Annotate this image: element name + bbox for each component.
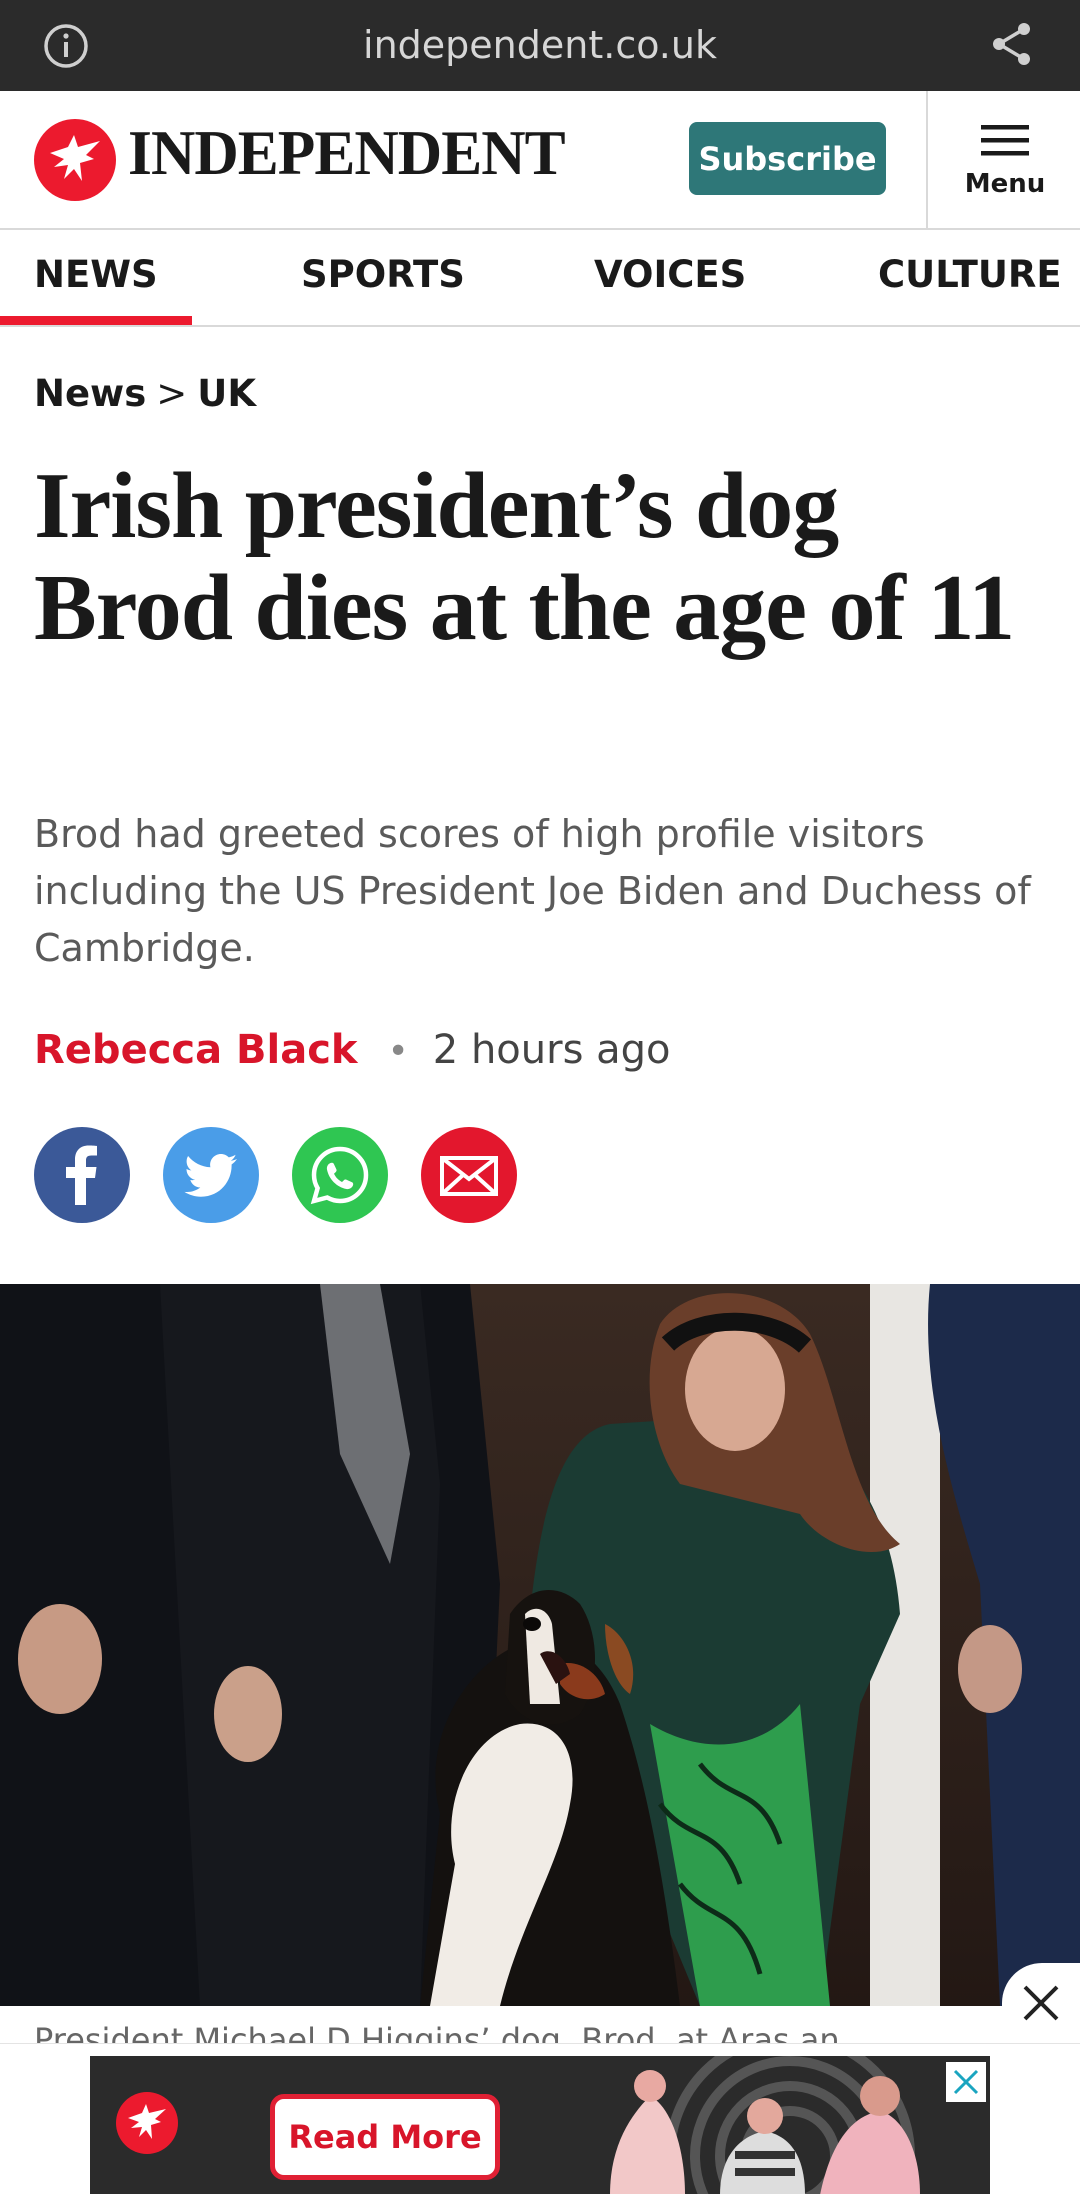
article-hero-image[interactable] — [0, 1284, 1080, 2006]
byline-dot: • — [387, 1031, 409, 1072]
menu-label: Menu — [964, 169, 1046, 199]
ad-eagle-logo-icon — [116, 2092, 178, 2154]
subscribe-button[interactable]: Subscribe — [689, 122, 886, 195]
facebook-share-button[interactable] — [34, 1127, 130, 1223]
twitter-icon — [184, 1154, 237, 1197]
tab-culture[interactable]: CULTURE — [878, 230, 1062, 325]
eagle-logo-icon[interactable] — [34, 119, 116, 201]
hero-photo-illustration — [0, 1284, 1080, 2006]
ad-close-button[interactable] — [946, 2062, 986, 2102]
tab-sports[interactable]: SPORTS — [301, 230, 465, 325]
email-share-button[interactable] — [421, 1127, 517, 1223]
whatsapp-icon — [310, 1146, 369, 1205]
bottom-ad-slot: Read More — [0, 2043, 1080, 2194]
facebook-icon — [66, 1145, 97, 1205]
site-header: INDEPENDENT Subscribe Menu — [0, 91, 1080, 230]
url-text[interactable]: independent.co.uk — [0, 0, 1080, 91]
caption-close-button[interactable] — [1002, 1963, 1080, 2043]
author-link[interactable]: Rebecca Black — [34, 1027, 358, 1073]
tab-voices[interactable]: VOICES — [594, 230, 746, 325]
article-headline: Irish president’s dog Brod dies at the a… — [34, 454, 1015, 660]
breadcrumb-uk[interactable]: UK — [197, 372, 256, 415]
close-icon — [1023, 1985, 1059, 2021]
advertisement-banner[interactable]: Read More — [90, 2056, 990, 2194]
publish-time: 2 hours ago — [432, 1027, 671, 1073]
breadcrumb-news[interactable]: News — [34, 372, 146, 415]
article-standfirst: Brod had greeted scores of high profile … — [34, 812, 1031, 970]
browser-url-bar: independent.co.uk — [0, 0, 1080, 91]
share-icon[interactable] — [990, 20, 1034, 68]
byline: Rebecca Black • 2 hours ago — [34, 1020, 671, 1080]
twitter-share-button[interactable] — [163, 1127, 259, 1223]
breadcrumb-separator: > — [156, 372, 188, 415]
read-more-button[interactable]: Read More — [270, 2094, 500, 2180]
ad-illustration — [610, 2056, 920, 2194]
close-icon — [953, 2069, 979, 2095]
section-nav: NEWS SPORTS VOICES CULTURE — [0, 230, 1080, 327]
email-icon — [440, 1156, 498, 1196]
hamburger-icon — [981, 125, 1029, 156]
site-logo-wordmark[interactable]: INDEPENDENT — [128, 121, 566, 185]
tab-news[interactable]: NEWS — [0, 230, 192, 325]
menu-button[interactable]: Menu — [926, 91, 1080, 228]
whatsapp-share-button[interactable] — [292, 1127, 388, 1223]
breadcrumb: News > UK — [34, 372, 256, 415]
